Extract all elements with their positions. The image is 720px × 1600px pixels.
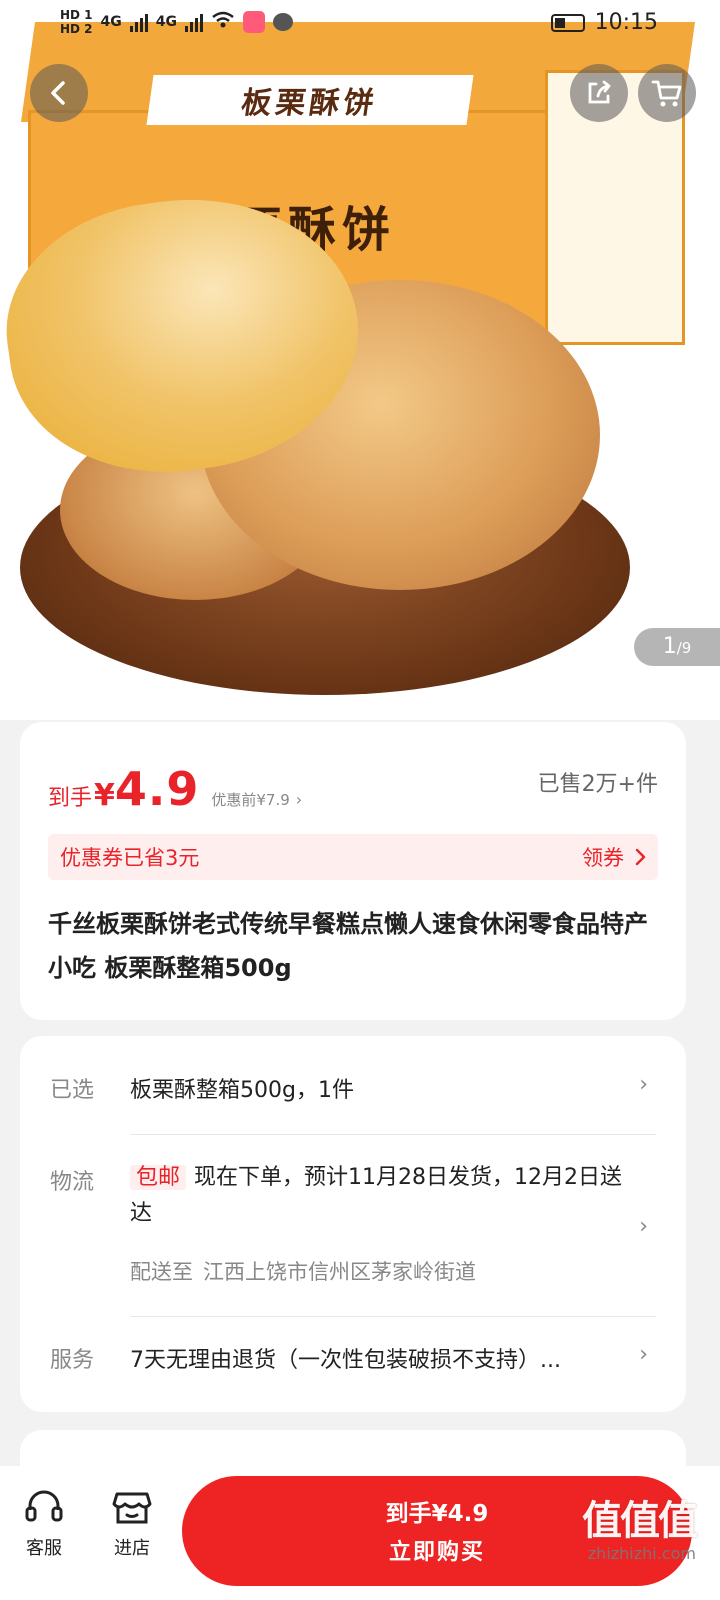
buy-price-text: 到手¥4.9 xyxy=(385,1501,489,1527)
wechat-icon xyxy=(273,13,293,31)
get-coupon-button[interactable]: 领券 xyxy=(582,842,646,872)
network-type-2: 4G xyxy=(155,14,177,30)
signal-icon xyxy=(129,12,148,32)
chevron-left-icon xyxy=(51,81,65,105)
divider xyxy=(130,1134,656,1135)
delivery-address: 配送至 江西上饶市信州区茅家岭街道 xyxy=(130,1256,476,1286)
cart-button[interactable] xyxy=(638,64,696,122)
free-shipping-badge: 包邮 xyxy=(130,1165,187,1190)
chevron-right-icon xyxy=(635,848,646,866)
status-time: 10:15 xyxy=(594,10,658,35)
back-button[interactable] xyxy=(30,64,88,122)
selected-spec-row[interactable]: 已选 板栗酥整箱500g，1件 › xyxy=(50,1072,656,1112)
customer-service-label: 客服 xyxy=(26,1538,62,1559)
chevron-right-icon: › xyxy=(639,1072,648,1097)
logistics-row[interactable]: 物流 包邮 现在下单，预计11月28日发货，12月2日送达 › 配送至 江西上饶市信… xyxy=(50,1164,656,1324)
enter-store-button[interactable]: 进店 xyxy=(92,1484,172,1560)
service-key: 服务 xyxy=(50,1348,95,1373)
chevron-right-icon: › xyxy=(295,790,303,809)
battery-icon xyxy=(550,13,585,32)
customer-service-button[interactable]: 客服 xyxy=(4,1484,84,1560)
price-row: 到手 ¥ 4.9 优惠前¥7.9 › xyxy=(48,762,302,816)
cart-icon xyxy=(651,80,682,107)
delivery-estimate: 现在下单，预计11月28日发货，12月2日送达 xyxy=(130,1165,622,1226)
image-pager: 1/9 xyxy=(634,628,720,666)
coupon-saved-text: 优惠券已省3元 xyxy=(60,846,200,870)
get-coupon-label: 领券 xyxy=(582,846,624,870)
service-value: 7天无理由退货（一次性包装破损不支持）... xyxy=(130,1348,561,1373)
store-icon xyxy=(112,1492,152,1524)
network-type-1: 4G xyxy=(100,14,122,30)
divider xyxy=(130,1316,656,1317)
final-price-label: 到手 xyxy=(48,786,93,811)
signal-icon-2 xyxy=(185,12,203,32)
headset-icon xyxy=(25,1490,63,1522)
logistics-info: 包邮 现在下单，预计11月28日发货，12月2日送达 xyxy=(130,1160,630,1232)
detail-card: 已选 板栗酥整箱500g，1件 › 物流 包邮 现在下单，预计11月28日发货，1… xyxy=(20,1036,686,1412)
app-notification-icon xyxy=(243,11,265,33)
sim-indicator: HD 1 HD 2 xyxy=(60,8,93,36)
service-row[interactable]: 服务 7天无理由退货（一次性包装破损不支持）... › xyxy=(50,1342,656,1382)
box-label-text: 板栗酥饼 xyxy=(146,75,474,125)
share-icon xyxy=(588,80,611,104)
original-price-link[interactable]: 优惠前¥7.9 xyxy=(211,789,289,810)
coupon-bar[interactable]: 优惠券已省3元 领券 xyxy=(48,834,658,880)
product-image-gallery[interactable]: 板栗酥饼 板栗酥饼 HD 1 HD 2 4G 4G 10:15 xyxy=(0,0,720,720)
selected-key: 已选 xyxy=(50,1078,95,1103)
chevron-right-icon: › xyxy=(639,1342,648,1367)
sold-count: 已售2万+件 xyxy=(537,772,658,797)
enter-store-label: 进店 xyxy=(114,1538,150,1559)
address-value: 江西上饶市信州区茅家岭街道 xyxy=(203,1260,476,1284)
currency-symbol: ¥ xyxy=(94,778,115,813)
chevron-right-icon: › xyxy=(639,1214,648,1239)
status-bar: HD 1 HD 2 4G 4G 10:15 xyxy=(0,0,720,48)
address-label: 配送至 xyxy=(130,1260,193,1284)
price-card: 到手 ¥ 4.9 优惠前¥7.9 › 已售2万+件 优惠券已省3元 领券 千丝板… xyxy=(20,722,686,1020)
buy-now-button[interactable]: 到手¥4.9 立即购买 xyxy=(182,1476,692,1586)
product-title: 千丝板栗酥饼老式传统早餐糕点懒人速食休闲零食品特产小吃 板栗酥整箱500g xyxy=(48,910,648,982)
wifi-icon xyxy=(211,11,235,33)
bottom-action-bar: 客服 进店 到手¥4.9 立即购买 xyxy=(0,1466,720,1600)
selected-value: 板栗酥整箱500g，1件 xyxy=(130,1078,354,1103)
final-price: 4.9 xyxy=(114,762,200,816)
logistics-key: 物流 xyxy=(50,1170,95,1195)
share-button[interactable] xyxy=(570,64,628,122)
buy-now-label: 立即购买 xyxy=(388,1540,485,1565)
